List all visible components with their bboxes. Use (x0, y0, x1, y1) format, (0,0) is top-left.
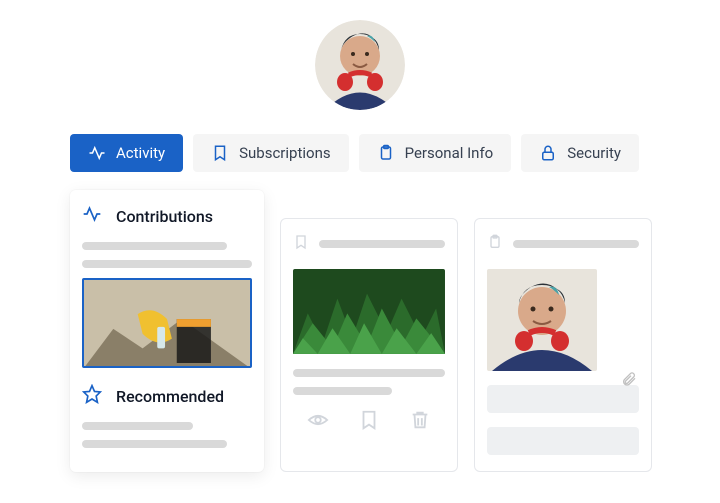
content-card (280, 218, 458, 472)
placeholder-button (487, 385, 639, 413)
placeholder-line (82, 260, 252, 268)
recommended-label: Recommended (116, 387, 224, 406)
placeholder-line (82, 422, 193, 430)
side-panel: Contributions Recommended (70, 190, 264, 472)
tab-activity-label: Activity (116, 144, 165, 162)
contribution-thumbnail[interactable] (82, 278, 252, 368)
tab-activity[interactable]: Activity (70, 134, 183, 172)
pulse-icon (88, 144, 106, 162)
tab-subscriptions-label: Subscriptions (239, 144, 330, 162)
bookmark-icon[interactable] (358, 409, 380, 435)
attachment-icon[interactable] (621, 369, 637, 393)
placeholder-line (319, 240, 445, 248)
placeholder-line (293, 369, 445, 377)
placeholder-button (487, 427, 639, 455)
content-card (474, 218, 652, 472)
star-icon (82, 384, 102, 408)
trash-icon[interactable] (409, 409, 431, 435)
view-icon[interactable] (307, 409, 329, 435)
contributions-heading[interactable]: Contributions (82, 204, 252, 228)
placeholder-line (513, 240, 639, 248)
card-image[interactable] (293, 269, 445, 355)
pulse-icon (82, 204, 102, 228)
bookmark-icon (211, 144, 229, 162)
placeholder-line (82, 242, 227, 250)
tab-personal-info[interactable]: Personal Info (359, 134, 512, 172)
tab-security-label: Security (567, 144, 621, 162)
placeholder-line (82, 440, 227, 448)
contributions-label: Contributions (116, 207, 213, 226)
recommended-heading[interactable]: Recommended (82, 384, 252, 408)
clipboard-icon (487, 233, 503, 255)
tab-personal-info-label: Personal Info (405, 144, 494, 162)
card-image[interactable] (487, 269, 597, 371)
tab-security[interactable]: Security (521, 134, 639, 172)
bookmark-icon (293, 233, 309, 255)
placeholder-line (293, 387, 392, 395)
lock-icon (539, 144, 557, 162)
tab-subscriptions[interactable]: Subscriptions (193, 134, 348, 172)
clipboard-icon (377, 144, 395, 162)
profile-avatar[interactable] (315, 20, 405, 110)
tab-bar: Activity Subscriptions Personal Info Sec… (70, 134, 650, 172)
